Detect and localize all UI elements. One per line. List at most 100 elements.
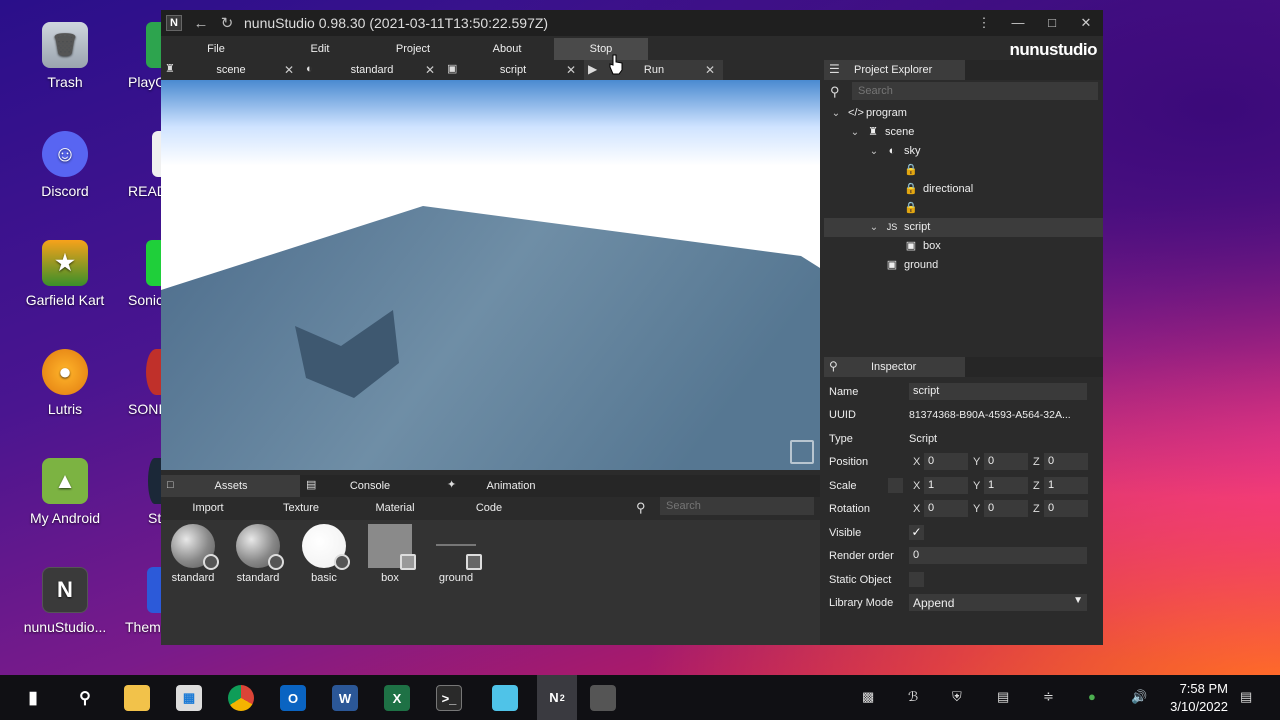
static-object-checkbox[interactable] (909, 572, 924, 587)
search-icon[interactable]: ⚲ (72, 685, 98, 711)
chevron-down-icon[interactable]: ⌄ (849, 123, 861, 142)
desktop-icon-discord[interactable]: ☺ Discord (17, 131, 113, 199)
volume-icon[interactable]: 🔊 (1131, 689, 1147, 705)
terminal-icon[interactable]: >_ (436, 685, 462, 711)
minimize-button[interactable]: — (1001, 15, 1035, 31)
desktop-icon-partial[interactable]: St (148, 458, 161, 526)
close-tab-icon[interactable]: ✕ (566, 60, 576, 80)
tree-node-program[interactable]: ⌄ </> program (824, 104, 1103, 123)
menu-import[interactable]: Import (161, 497, 255, 519)
nunustudio-taskbar-icon[interactable]: N2 (537, 675, 577, 720)
name-input[interactable]: script (909, 383, 1087, 400)
excel-icon[interactable]: X (384, 685, 410, 711)
tree-node-script[interactable]: ⌄ JS script (824, 218, 1103, 237)
camera-icon[interactable] (590, 685, 616, 711)
chevron-down-icon[interactable]: ⌄ (868, 142, 880, 161)
menu-texture[interactable]: Texture (254, 497, 348, 519)
tree-node-ground[interactable]: ▣ ground (824, 256, 1103, 275)
menu-edit[interactable]: Edit (273, 38, 367, 60)
usb-icon[interactable]: ▩ (862, 689, 874, 705)
file-explorer-icon[interactable] (124, 685, 150, 711)
asset-item[interactable]: standard (228, 524, 288, 584)
security-icon[interactable]: ⛨ (952, 689, 962, 705)
desktop-icon-label: Trash (47, 74, 83, 90)
close-tab-icon[interactable]: ✕ (425, 60, 435, 80)
tab-project-explorer[interactable]: ☰ Project Explorer (824, 60, 965, 80)
menu-code[interactable]: Code (442, 497, 536, 519)
chevron-down-icon[interactable]: ⌄ (830, 104, 842, 123)
maximize-button[interactable]: □ (1035, 15, 1069, 31)
menu-about[interactable]: About (460, 38, 554, 60)
wifi-icon[interactable]: ≑ (1043, 689, 1054, 705)
tree-node-light[interactable]: 🔒 (824, 199, 1103, 218)
notifications-icon[interactable]: ▤ (1240, 689, 1252, 705)
mouse-pointer-icon (609, 54, 623, 75)
close-button[interactable]: ✕ (1069, 15, 1103, 31)
position-z-input[interactable]: 0 (1044, 453, 1088, 470)
asset-item[interactable]: ground (426, 524, 486, 584)
menu-file[interactable]: File (169, 38, 263, 60)
tab-standard[interactable]: ◐ standard ✕ (302, 60, 443, 80)
close-tab-icon[interactable]: ✕ (284, 60, 294, 80)
tree-node-directional[interactable]: 🔒 directional (824, 180, 1103, 199)
tab-console[interactable]: ▤ Console (300, 475, 441, 497)
tree-node-sky[interactable]: ⌄ ◐ sky (824, 142, 1103, 161)
tab-run[interactable]: ▶ Run ✕ (584, 60, 723, 80)
explorer-search-input[interactable] (852, 82, 1098, 100)
asset-item[interactable]: standard (163, 524, 223, 584)
fullscreen-icon[interactable] (790, 440, 814, 464)
bluetooth-icon[interactable]: ℬ (908, 689, 918, 705)
globe-icon[interactable]: ● (1088, 689, 1096, 704)
scale-z-input[interactable]: 1 (1044, 477, 1088, 494)
tree-node-light[interactable]: 🔒 (824, 161, 1103, 180)
axis-x-label: X (913, 480, 921, 492)
scale-x-input[interactable]: 1 (924, 477, 968, 494)
start-icon[interactable]: ▮ (20, 685, 46, 711)
render-order-input[interactable]: 0 (909, 547, 1087, 564)
3d-viewport[interactable] (161, 80, 820, 470)
kebab-menu-icon[interactable]: ⋮ (967, 15, 1001, 31)
tab-animation[interactable]: ✦ Animation (441, 475, 582, 497)
tree-node-scene[interactable]: ⌄ ♜ scene (824, 123, 1103, 142)
inspector-scale-row: Scale X 1 Y 1 Z 1 (824, 476, 1103, 496)
outlook-icon[interactable]: O (280, 685, 306, 711)
position-x-input[interactable]: 0 (924, 453, 968, 470)
menu-material[interactable]: Material (348, 497, 442, 519)
tree-node-box[interactable]: ▣ box (824, 237, 1103, 256)
clipboard-icon[interactable]: ▤ (997, 689, 1009, 705)
reload-icon[interactable]: ↻ (214, 14, 240, 32)
scale-lock-checkbox[interactable] (888, 478, 903, 493)
desktop-icon-partial[interactable]: Them (125, 567, 161, 635)
asset-search-input[interactable] (660, 497, 814, 515)
desktop-icon-garfield-kart[interactable]: ★ Garfield Kart (17, 240, 113, 308)
tab-script[interactable]: ▣ script ✕ (443, 60, 584, 80)
desktop-icon-trash[interactable]: 🗑 Trash (17, 22, 113, 90)
animation-icon: ✦ (447, 479, 457, 491)
tab-inspector[interactable]: ⚲ Inspector (824, 357, 965, 377)
rotation-x-input[interactable]: 0 (924, 500, 968, 517)
word-icon[interactable]: W (332, 685, 358, 711)
tab-scene[interactable]: ♜ scene ✕ (161, 60, 302, 80)
asset-item[interactable]: basic (294, 524, 354, 584)
notepad-icon[interactable] (492, 685, 518, 711)
rotation-y-input[interactable]: 0 (984, 500, 1028, 517)
menu-stop[interactable]: Stop (554, 38, 648, 60)
menu-project[interactable]: Project (366, 38, 460, 60)
tab-assets[interactable]: □ Assets (161, 475, 300, 497)
back-arrow-icon[interactable]: ← (188, 15, 214, 32)
library-mode-select[interactable]: Append ▼ (909, 594, 1087, 611)
chrome-icon[interactable] (228, 685, 254, 711)
store-icon[interactable]: ▦ (176, 685, 202, 711)
scale-y-input[interactable]: 1 (984, 477, 1028, 494)
rotation-z-input[interactable]: 0 (1044, 500, 1088, 517)
desktop-icon-nunustudio[interactable]: N nunuStudio... (17, 567, 113, 635)
chevron-down-icon[interactable]: ⌄ (868, 218, 880, 237)
taskbar-clock[interactable]: 7:58 PM 3/10/2022 (1170, 680, 1228, 716)
desktop-icon-lutris[interactable]: ● Lutris (17, 349, 113, 417)
asset-item[interactable]: box (360, 524, 420, 584)
desktop-icon-my-android[interactable]: ▲ My Android (17, 458, 113, 526)
position-y-input[interactable]: 0 (984, 453, 1028, 470)
visible-checkbox[interactable]: ✓ (909, 525, 924, 540)
desktop-icon-label: My Android (29, 510, 101, 526)
close-tab-icon[interactable]: ✕ (705, 60, 715, 80)
